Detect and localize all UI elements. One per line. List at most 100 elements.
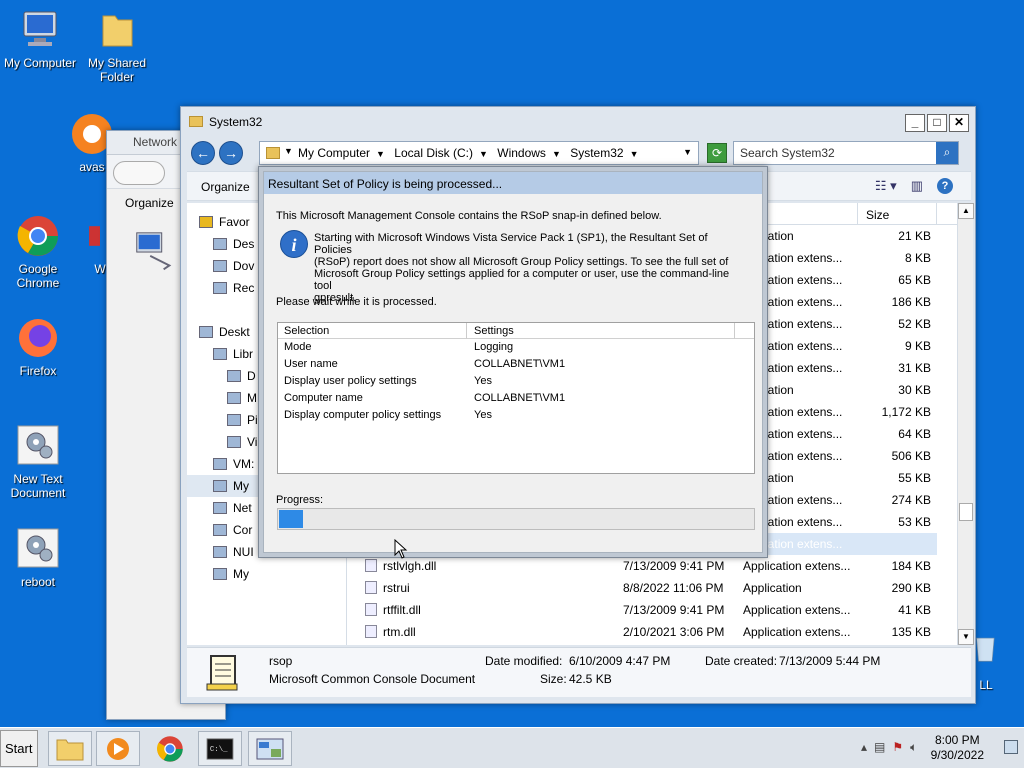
forward-button[interactable]: → <box>219 141 243 165</box>
desktop-icon-new-text-document[interactable]: New Text Document <box>0 424 78 500</box>
rsop-table-row[interactable]: Computer name COLLABNET\VM1 <box>278 390 754 407</box>
details-size-label: Size: <box>540 672 567 686</box>
nav-item[interactable]: My <box>187 563 346 585</box>
rsop-setting-cell: Yes <box>474 409 492 421</box>
taskbar-chrome-button[interactable] <box>148 731 192 766</box>
rsop-settings-table[interactable]: Selection Settings Mode Logging User name C… <box>277 322 755 474</box>
scroll-down-icon[interactable]: ▼ <box>958 629 974 645</box>
desktop-icon-reboot[interactable]: reboot <box>0 527 78 589</box>
breadcrumb-system32[interactable]: System32 <box>570 146 623 160</box>
size-column-header[interactable]: Size <box>857 203 937 225</box>
file-row[interactable]: rtm.dll 2/10/2021 3:06 PM Application exte… <box>347 621 937 643</box>
window-titlebar[interactable]: System32 _ □ ✕ <box>181 107 975 137</box>
scroll-thumb[interactable] <box>959 503 973 521</box>
file-type: Application extens... <box>743 603 851 617</box>
close-button[interactable]: ✕ <box>949 114 969 132</box>
file-date: 2/10/2021 3:06 PM <box>623 625 725 639</box>
breadcrumb-my-computer[interactable]: My Computer <box>298 146 370 160</box>
network-window-title: Network <box>133 135 178 149</box>
chevron-down-icon[interactable]: ▼ <box>552 149 561 159</box>
search-icon[interactable]: ⌕ <box>936 142 958 164</box>
file-size: 9 KB <box>904 339 931 353</box>
desktop-icon-my-computer[interactable]: My Computer <box>0 8 80 70</box>
file-size: 274 KB <box>891 493 931 507</box>
chevron-down-icon[interactable]: ▼ <box>630 149 639 159</box>
nav-item-icon <box>199 326 213 338</box>
file-row[interactable]: rtffilt.dll 7/13/2009 9:41 PM Application … <box>347 599 937 621</box>
file-size: 135 KB <box>891 625 931 639</box>
address-dropdown-icon[interactable]: ▼ <box>683 147 692 157</box>
back-forward-icon[interactable] <box>113 161 165 185</box>
desktop-icon-chrome[interactable]: Google Chrome <box>0 214 78 290</box>
file-row[interactable]: rstlvlgh.dll 7/13/2009 9:41 PM Application… <box>347 555 937 577</box>
nav-item-icon <box>213 502 227 514</box>
start-button[interactable]: Start <box>0 730 38 767</box>
media-player-icon <box>107 738 129 760</box>
clock[interactable]: 8:00 PM 9/30/2022 <box>931 733 984 763</box>
nav-item-icon <box>227 370 241 382</box>
rsop-table-row[interactable]: Mode Logging <box>278 339 754 356</box>
rsop-table-row[interactable]: User name COLLABNET\VM1 <box>278 356 754 373</box>
details-created-label: Date created: <box>705 654 778 668</box>
folder-icon <box>266 147 280 159</box>
column-divider[interactable] <box>734 323 735 339</box>
chevron-down-icon[interactable]: ▼ <box>479 149 488 159</box>
rsop-dialog[interactable]: Resultant Set of Policy is being process… <box>258 166 768 558</box>
nav-item-label: Favor <box>219 215 250 229</box>
taskbar-mmc-button[interactable] <box>248 731 292 766</box>
file-icon <box>365 559 377 572</box>
file-date: 7/13/2009 9:41 PM <box>623 559 725 573</box>
show-desktop-button[interactable] <box>1004 740 1018 754</box>
file-row[interactable]: rstrui 8/8/2022 11:06 PM Application 290 KB <box>347 577 937 599</box>
refresh-button[interactable]: ⟳ <box>707 143 727 163</box>
column-header-settings[interactable]: Settings <box>474 325 514 337</box>
taskbar-cmd-button[interactable]: C:\_ <box>198 731 242 766</box>
vertical-scrollbar[interactable]: ▲ ▼ <box>957 203 974 645</box>
volume-icon[interactable]: 🔈︎ <box>910 740 917 755</box>
nav-item-icon <box>213 458 227 470</box>
rsop-table-rows: Mode Logging User name COLLABNET\VM1 Display… <box>278 339 754 424</box>
rsop-wait-text: Please wait while it is processed. <box>276 296 437 308</box>
chevron-down-icon[interactable]: ▼ <box>284 146 293 156</box>
search-input[interactable]: Search System32 ⌕ <box>733 141 959 165</box>
details-size-value: 42.5 KB <box>569 672 612 686</box>
nav-item-label: M <box>247 391 257 405</box>
address-row: ← → ▼ My Computer ▼ Local Disk (C:) ▼ Wind… <box>189 141 969 167</box>
rsop-table-row[interactable]: Display computer policy settings Yes <box>278 407 754 424</box>
help-icon[interactable]: ? <box>937 178 953 194</box>
file-date: 7/13/2009 9:41 PM <box>623 603 725 617</box>
nav-item-icon <box>199 216 213 228</box>
back-button[interactable]: ← <box>191 141 215 165</box>
action-center-icon[interactable]: ⚑ <box>892 740 903 755</box>
organize-button[interactable]: Organize <box>201 180 250 194</box>
breadcrumb-windows[interactable]: Windows <box>497 146 546 160</box>
desktop-icon-firefox[interactable]: Firefox <box>0 316 78 378</box>
file-size: 52 KB <box>898 317 931 331</box>
nav-item-icon <box>213 568 227 580</box>
minimize-button[interactable]: _ <box>905 114 925 132</box>
address-bar[interactable]: ▼ My Computer ▼ Local Disk (C:) ▼ Windows ▼… <box>259 141 699 165</box>
breadcrumb-local-disk[interactable]: Local Disk (C:) <box>394 146 473 160</box>
desktop-icon-label: My Computer <box>3 56 77 70</box>
maximize-button[interactable]: □ <box>927 114 947 132</box>
column-header-selection[interactable]: Selection <box>284 325 329 337</box>
preview-pane-icon[interactable]: ▥ <box>911 178 923 194</box>
view-options-icon[interactable]: ☷ ▾ <box>875 178 897 194</box>
desktop-icon-label: avas <box>79 160 105 174</box>
file-size: 184 KB <box>891 559 931 573</box>
taskbar-media-player-button[interactable] <box>96 731 140 766</box>
rsop-table-row[interactable]: Display user policy settings Yes <box>278 373 754 390</box>
show-hidden-icons-icon[interactable]: ▴ <box>861 740 867 755</box>
chevron-down-icon[interactable]: ▼ <box>376 149 385 159</box>
firefox-icon <box>19 319 57 357</box>
file-size: 31 KB <box>898 361 931 375</box>
rsop-setting-cell: COLLABNET\VM1 <box>474 358 566 370</box>
progress-label: Progress: <box>276 494 324 506</box>
nav-item-icon <box>227 414 241 426</box>
network-tray-icon[interactable]: ▤ <box>874 740 885 755</box>
column-divider[interactable] <box>466 323 467 339</box>
rsop-dialog-title[interactable]: Resultant Set of Policy is being process… <box>264 172 762 194</box>
taskbar-explorer-button[interactable] <box>48 731 92 766</box>
desktop-icon-shared-folder[interactable]: My Shared Folder <box>77 8 157 84</box>
scroll-up-icon[interactable]: ▲ <box>958 203 974 219</box>
